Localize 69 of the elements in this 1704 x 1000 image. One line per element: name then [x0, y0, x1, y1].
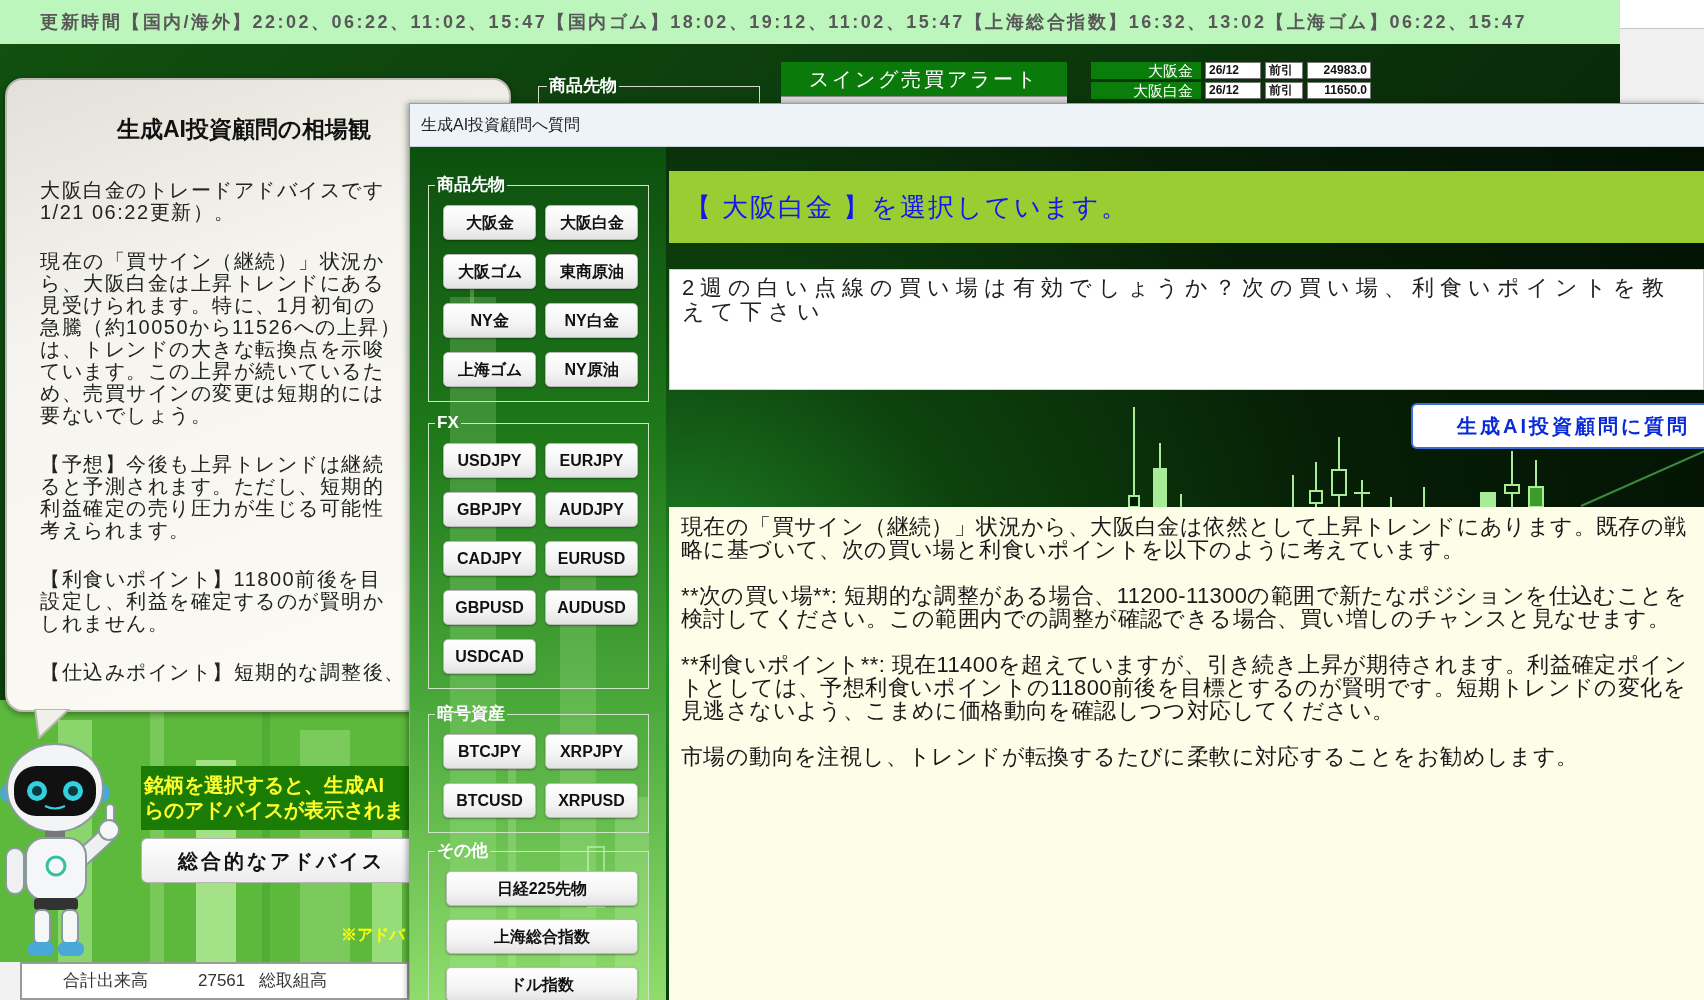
ask-button[interactable]: 生成AI投資顧問に質問	[1411, 403, 1704, 449]
card-title: 生成AI投資顧問の相場観	[117, 115, 371, 144]
volume-value: 27561	[198, 971, 246, 991]
answer-paragraph: **次の買い場**: 短期的な調整がある場合、11200-11300の範囲で新たなポジションを仕込むことを検討してください。この範囲内での調整が確認できる場合、買い増しのチャンスと見なせます。	[681, 584, 1689, 630]
question-field[interactable]: 2週の白い点線の買い場は有効でしょうか？次の買い場、利食いポイントを教えて下さい	[669, 269, 1704, 390]
alert-button[interactable]: スイング売買アラート	[781, 62, 1067, 96]
footnote-text: ※アドバ	[341, 926, 405, 944]
candlestick	[1390, 496, 1392, 507]
instrument-button[interactable]: 東商原油	[545, 254, 638, 289]
overall-advice-button[interactable]: 総合的なアドバイス	[141, 838, 409, 883]
instrument-button[interactable]: GBPJPY	[443, 492, 536, 527]
instrument-button[interactable]: BTCUSD	[443, 783, 536, 818]
instrument-button[interactable]: 上海ゴム	[443, 352, 536, 387]
advice-paragraph: 現在の「買サイン（継続）」状況か ら、大阪白金は上昇トレンドにある 見受けられます。特に、1月初旬の 急騰（約10050から11526への上昇） は、トレンドの大きな転換点を示唆 ています。この上昇が続いているた め、売買サインの変更は短期的には 要ないでしょう。	[40, 250, 402, 426]
group-label: FX	[436, 413, 460, 433]
group-label: その他	[436, 841, 489, 861]
dialog-title: 生成AI投資顧問へ質問	[421, 115, 581, 135]
hint-banner: 銘柄を選択すると、生成AI らのアドバイスが表示されま	[141, 766, 409, 830]
answer-paragraph: 市場の動向を注視し、トレンドが転換するたびに柔軟に対応することをお勧めします。	[681, 745, 1580, 768]
instrument-button[interactable]: XRPUSD	[545, 783, 638, 818]
session-label: 前引	[1265, 62, 1303, 79]
group-label: 暗号資産	[436, 704, 506, 724]
instrument-button[interactable]: 上海総合指数	[446, 919, 638, 954]
instrument-button[interactable]: CADJPY	[443, 541, 536, 576]
instrument-button[interactable]: NY白金	[545, 303, 638, 338]
candlestick	[1423, 486, 1425, 507]
candlestick	[1504, 450, 1520, 507]
candlestick	[1331, 436, 1347, 507]
update-times-text: 更新時間【国内/海外】22:02、06:22、11:02、15:47【国内ゴム】18:02、19:12、11:02、15:47【上海総合指数】16:32、13:02【上海ゴム】06:22、15:47	[40, 11, 1527, 33]
instrument-button[interactable]: 大阪白金	[545, 205, 638, 240]
candlestick	[1353, 479, 1371, 507]
volume-label: 合計出来高	[63, 971, 148, 991]
candlestick	[1309, 461, 1323, 507]
advice-paragraph: 【利食いポイント】11800前後を目 設定し、利益を確定するのが賢明か しれません。	[40, 568, 384, 634]
answer-paragraph: **利食いポイント**: 現在11400を超えていますが、引き続き上昇が期待されます。利益確定ポイントとしては、予想利食いポイントの11800前後を目標とするのが賢明です。短期トレンドの変化を見逃さないよう、こまめに価格動向を確認しつつ対応してください。	[681, 653, 1688, 722]
instrument-button[interactable]: XRPJPY	[545, 734, 638, 769]
instrument-button[interactable]: USDCAD	[443, 639, 536, 674]
instrument-button[interactable]: ドル指数	[446, 967, 638, 1000]
instrument-button[interactable]: EURUSD	[545, 541, 638, 576]
group-label: 商品先物	[436, 175, 506, 195]
instrument-label: 大阪金	[1091, 62, 1201, 79]
candlestick	[1180, 493, 1182, 507]
price-value: 11650.0	[1307, 82, 1371, 99]
instrument-button[interactable]: 日経225先物	[446, 871, 638, 906]
instrument-button[interactable]: AUDJPY	[545, 492, 638, 527]
advice-paragraph: 【予想】今後も上昇トレンドは継続 ると予測されます。ただし、短期的 利益確定の売り圧力が生じる可能性 考えられます。	[40, 453, 384, 541]
instrument-button[interactable]: NY金	[443, 303, 536, 338]
open-interest-label: 総取組高	[259, 971, 328, 991]
instrument-button[interactable]: BTCJPY	[443, 734, 536, 769]
advice-paragraph: 【仕込みポイント】短期的な調整後、	[40, 661, 406, 683]
answer-paragraph: 現在の「買サイン（継続）」状況から、大阪白金は依然として上昇トレンドにあります。既存の戦略に基づいて、次の買い場と利食いポイントを以下のように考えています。	[681, 515, 1688, 561]
instrument-button[interactable]: 大阪金	[443, 205, 536, 240]
instrument-button[interactable]: 大阪ゴム	[443, 254, 536, 289]
group-label: 商品先物	[548, 76, 618, 96]
instrument-label: 大阪白金	[1091, 82, 1201, 99]
price-value: 24983.0	[1307, 62, 1371, 79]
instrument-button[interactable]: GBPUSD	[443, 590, 536, 625]
selection-text: 【 大阪白金 】を選択しています。	[685, 191, 1130, 223]
instrument-button[interactable]: EURJPY	[545, 443, 638, 478]
contract-month: 26/12	[1205, 62, 1261, 79]
advice-paragraph: 大阪白金のトレードアドバイスです 1/21 06:22更新）。	[40, 179, 384, 223]
instrument-button[interactable]: AUDUSD	[545, 590, 638, 625]
contract-month: 26/12	[1205, 82, 1261, 99]
candlestick	[1528, 459, 1544, 507]
instrument-button[interactable]: NY原油	[545, 352, 638, 387]
candlestick	[1292, 474, 1294, 507]
session-label: 前引	[1265, 82, 1303, 99]
instrument-button[interactable]: USDJPY	[443, 443, 536, 478]
candlestick	[1153, 442, 1167, 507]
